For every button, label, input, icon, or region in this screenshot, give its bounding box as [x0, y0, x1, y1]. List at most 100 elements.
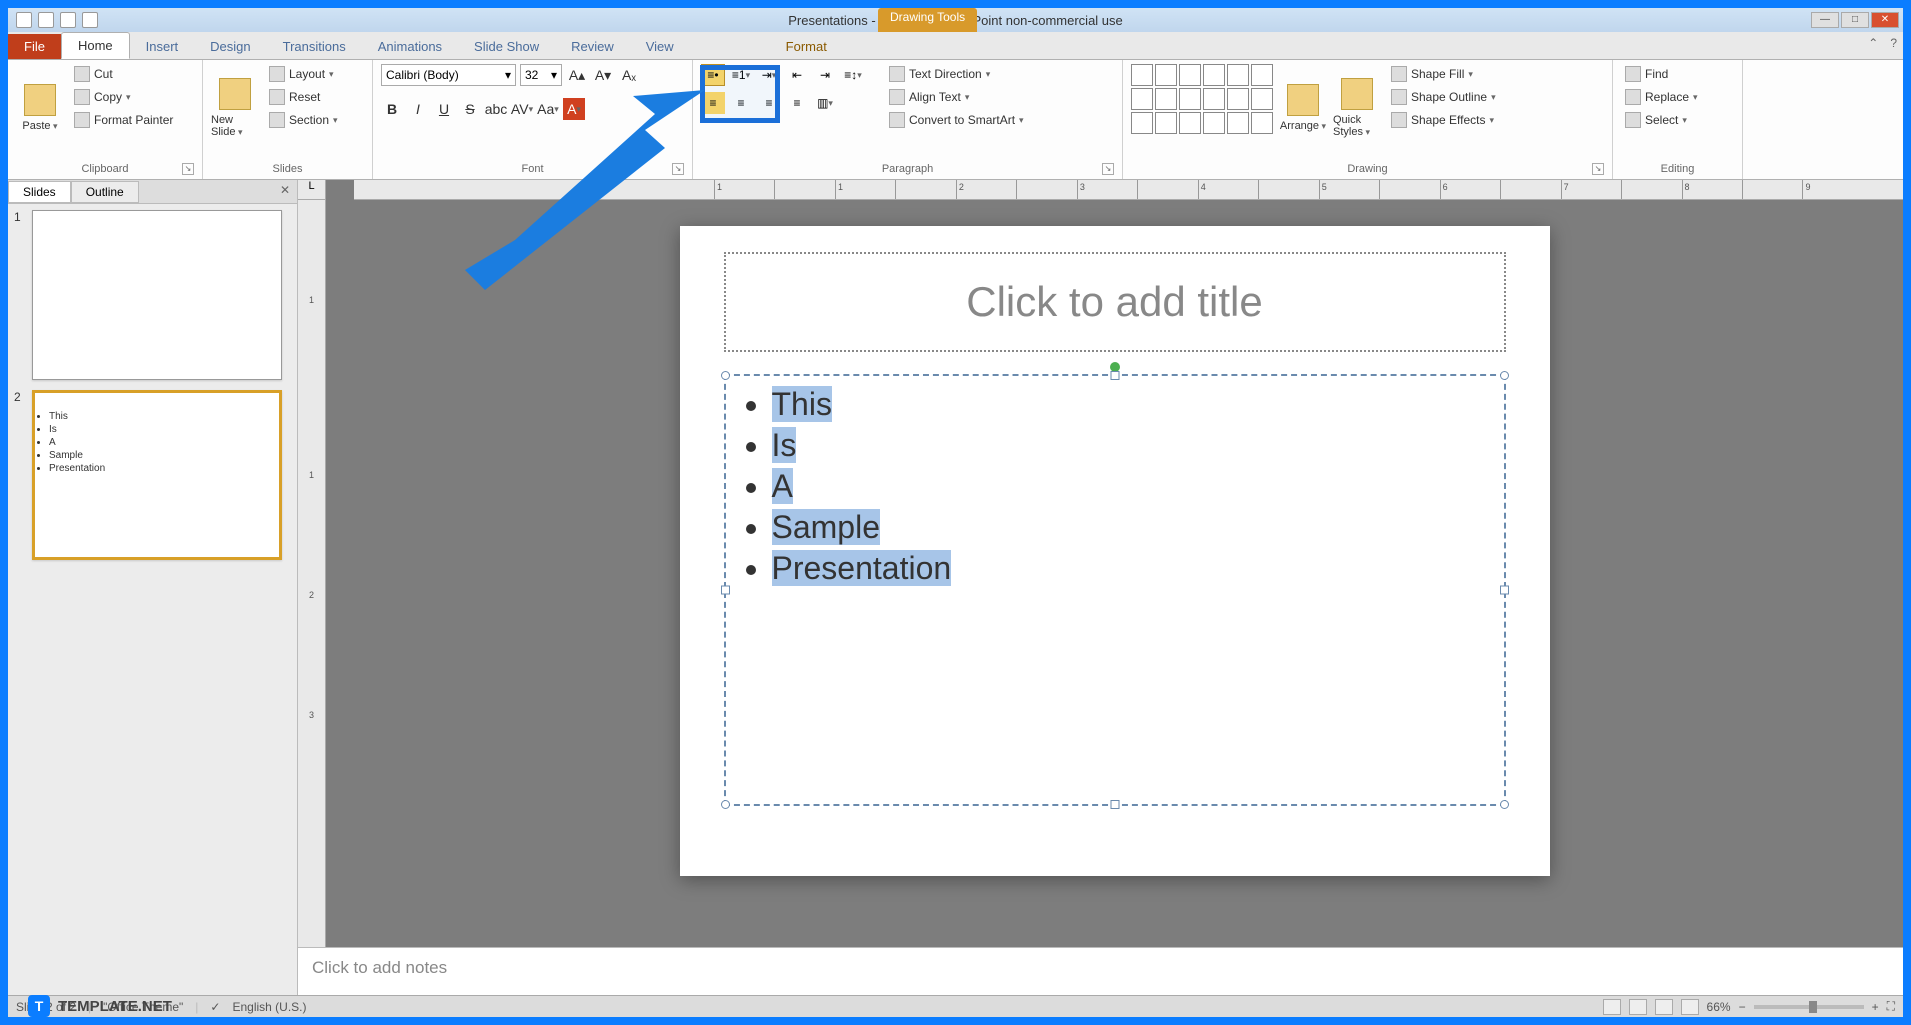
tab-review[interactable]: Review: [555, 34, 630, 59]
maximize-button[interactable]: □: [1841, 12, 1869, 28]
copy-button[interactable]: Copy: [70, 87, 177, 107]
save-icon[interactable]: [38, 12, 54, 28]
tab-design[interactable]: Design: [194, 34, 266, 59]
bold-button[interactable]: B: [381, 98, 403, 120]
minimize-button[interactable]: —: [1811, 12, 1839, 28]
paste-button[interactable]: Paste: [16, 64, 64, 152]
columns-button[interactable]: ▥: [813, 92, 837, 114]
list-level-button[interactable]: ⇥: [757, 64, 781, 86]
slide-canvas[interactable]: Click to add title: [680, 226, 1550, 876]
fit-to-window-button[interactable]: ⛶: [1887, 999, 1895, 1014]
minimize-ribbon-icon[interactable]: ⌃: [1868, 36, 1878, 50]
resize-handle-s[interactable]: [1110, 800, 1119, 809]
grow-font-button[interactable]: A▴: [566, 64, 588, 86]
tab-animations[interactable]: Animations: [362, 34, 458, 59]
bullet-item[interactable]: Sample: [772, 509, 1482, 546]
resize-handle-nw[interactable]: [721, 371, 730, 380]
align-left-button[interactable]: ≡: [701, 92, 725, 114]
shadow-button[interactable]: abc: [485, 98, 507, 120]
help-icon[interactable]: ?: [1890, 36, 1897, 50]
tab-home[interactable]: Home: [61, 32, 130, 59]
align-text-button[interactable]: Align Text: [885, 87, 1028, 107]
content-placeholder[interactable]: This Is A Sample Presentation: [724, 374, 1506, 806]
font-size-select[interactable]: 32▾: [520, 64, 562, 86]
ruler-vertical[interactable]: 1123: [298, 200, 326, 947]
numbering-button[interactable]: ≡1: [729, 64, 753, 86]
tab-format[interactable]: Format: [770, 34, 843, 59]
layout-button[interactable]: Layout: [265, 64, 342, 84]
arrange-button[interactable]: Arrange: [1279, 64, 1327, 152]
find-button[interactable]: Find: [1621, 64, 1702, 84]
align-right-button[interactable]: ≡: [757, 92, 781, 114]
resize-handle-n[interactable]: [1110, 371, 1119, 380]
view-sorter-button[interactable]: [1629, 999, 1647, 1015]
ruler-horizontal[interactable]: 1123456789: [354, 180, 1903, 200]
panel-close-button[interactable]: ✕: [277, 183, 293, 199]
decrease-indent-button[interactable]: ⇤: [785, 64, 809, 86]
undo-icon[interactable]: [60, 12, 76, 28]
font-color-button[interactable]: A: [563, 98, 585, 120]
clear-formatting-button[interactable]: Aₓ: [618, 64, 640, 86]
paragraph-launcher[interactable]: ↘: [1102, 163, 1114, 175]
bullet-item[interactable]: Is: [772, 427, 1482, 464]
resize-handle-ne[interactable]: [1500, 371, 1509, 380]
zoom-slider[interactable]: [1754, 1005, 1864, 1009]
align-center-button[interactable]: ≡: [729, 92, 753, 114]
resize-handle-se[interactable]: [1500, 800, 1509, 809]
convert-smartart-button[interactable]: Convert to SmartArt: [885, 110, 1028, 130]
zoom-in-button[interactable]: +: [1872, 1000, 1879, 1014]
bullet-item[interactable]: A: [772, 468, 1482, 505]
clipboard-launcher[interactable]: ↘: [182, 163, 194, 175]
zoom-out-button[interactable]: −: [1739, 1000, 1746, 1014]
tab-transitions[interactable]: Transitions: [267, 34, 362, 59]
shape-fill-button[interactable]: Shape Fill: [1387, 64, 1500, 84]
tab-view[interactable]: View: [630, 34, 690, 59]
justify-button[interactable]: ≡: [785, 92, 809, 114]
new-slide-button[interactable]: New Slide: [211, 64, 259, 152]
resize-handle-w[interactable]: [721, 586, 730, 595]
cut-button[interactable]: Cut: [70, 64, 177, 84]
close-button[interactable]: ✕: [1871, 12, 1899, 28]
status-language[interactable]: English (U.S.): [232, 1000, 306, 1014]
bullet-item[interactable]: This: [772, 386, 1482, 423]
shrink-font-button[interactable]: A▾: [592, 64, 614, 86]
increase-indent-button[interactable]: ⇥: [813, 64, 837, 86]
drawing-launcher[interactable]: ↘: [1592, 163, 1604, 175]
underline-button[interactable]: U: [433, 98, 455, 120]
zoom-value[interactable]: 66%: [1707, 1000, 1731, 1014]
line-spacing-button[interactable]: ≡↕: [841, 64, 865, 86]
strikethrough-button[interactable]: S: [459, 98, 481, 120]
view-slideshow-button[interactable]: [1681, 999, 1699, 1015]
panel-tab-outline[interactable]: Outline: [71, 181, 139, 203]
slide-thumb-2[interactable]: 2 This Is A Sample Presentation: [14, 390, 291, 560]
bullet-item[interactable]: Presentation: [772, 550, 1482, 587]
italic-button[interactable]: I: [407, 98, 429, 120]
redo-icon[interactable]: [82, 12, 98, 28]
panel-tab-slides[interactable]: Slides: [8, 181, 71, 203]
select-button[interactable]: Select: [1621, 110, 1702, 130]
shape-effects-button[interactable]: Shape Effects: [1387, 110, 1500, 130]
slide-thumb-1[interactable]: 1: [14, 210, 291, 380]
format-painter-button[interactable]: Format Painter: [70, 110, 177, 130]
shapes-gallery[interactable]: [1131, 64, 1273, 134]
quick-styles-button[interactable]: Quick Styles: [1333, 64, 1381, 152]
resize-handle-e[interactable]: [1500, 586, 1509, 595]
notes-pane[interactable]: Click to add notes: [298, 947, 1903, 995]
tab-file[interactable]: File: [8, 34, 61, 59]
section-button[interactable]: Section: [265, 110, 342, 130]
bullets-button[interactable]: ≡•: [701, 64, 725, 86]
spell-check-icon[interactable]: ✓: [210, 1000, 220, 1014]
change-case-button[interactable]: Aa: [537, 98, 559, 120]
shape-outline-button[interactable]: Shape Outline: [1387, 87, 1500, 107]
replace-button[interactable]: Replace: [1621, 87, 1702, 107]
title-placeholder[interactable]: Click to add title: [724, 252, 1506, 352]
text-direction-button[interactable]: Text Direction: [885, 64, 1028, 84]
reset-button[interactable]: Reset: [265, 87, 342, 107]
view-reading-button[interactable]: [1655, 999, 1673, 1015]
view-normal-button[interactable]: [1603, 999, 1621, 1015]
resize-handle-sw[interactable]: [721, 800, 730, 809]
tab-insert[interactable]: Insert: [130, 34, 195, 59]
font-launcher[interactable]: ↘: [672, 163, 684, 175]
tab-slide-show[interactable]: Slide Show: [458, 34, 555, 59]
char-spacing-button[interactable]: AV: [511, 98, 533, 120]
